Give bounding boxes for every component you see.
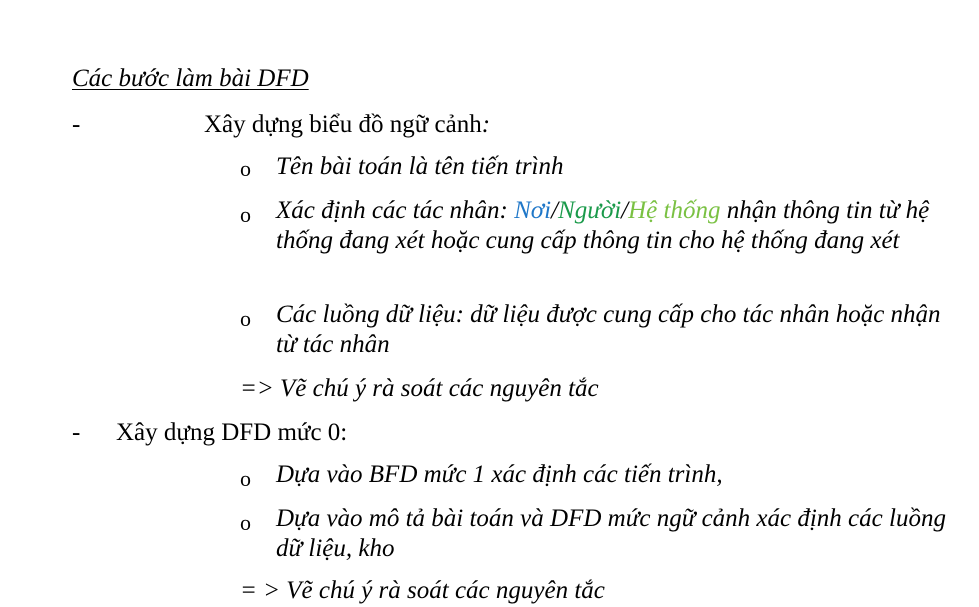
list-item: Xác định các tác nhân: Nơi/Người/Hệ thốn… bbox=[276, 196, 966, 256]
bullet-marker: o bbox=[240, 202, 251, 227]
list-item: Dựa vào BFD mức 1 xác định các tiến trìn… bbox=[276, 461, 723, 488]
list-item-prefix: Xác định các tác nhân: bbox=[276, 197, 515, 224]
bullet-marker: o bbox=[240, 510, 251, 535]
list-dash: - bbox=[72, 419, 81, 446]
actor-system: Hệ thống bbox=[628, 197, 721, 224]
section-title-text: Xây dựng biểu đồ ngữ cảnh bbox=[204, 111, 482, 138]
bullet-marker: o bbox=[240, 306, 251, 331]
section-title: Xây dựng DFD mức 0: bbox=[116, 419, 348, 446]
list-item: Tên bài toán là tên tiến trình bbox=[276, 153, 564, 180]
note-line: => Vẽ chú ý rà soát các nguyên tắc bbox=[240, 375, 599, 402]
section-title-suffix: : bbox=[481, 111, 491, 138]
list-item: Các luồng dữ liệu: dữ liệu được cung cấp… bbox=[276, 301, 941, 358]
separator: / bbox=[551, 197, 559, 224]
note-line: = > Vẽ chú ý rà soát các nguyên tắc bbox=[240, 577, 605, 604]
list-dash: - bbox=[72, 111, 81, 138]
page-heading: Các bước làm bài DFD bbox=[72, 65, 309, 92]
actor-place: Nơi bbox=[514, 197, 552, 224]
actor-person: Người bbox=[558, 197, 622, 224]
bullet-marker: o bbox=[240, 466, 251, 491]
section-title: Xây dựng biểu đồ ngữ cảnh: bbox=[204, 110, 490, 140]
bullet-marker: o bbox=[240, 156, 251, 181]
list-item: Dựa vào mô tả bài toán và DFD mức ngữ cả… bbox=[276, 505, 946, 562]
